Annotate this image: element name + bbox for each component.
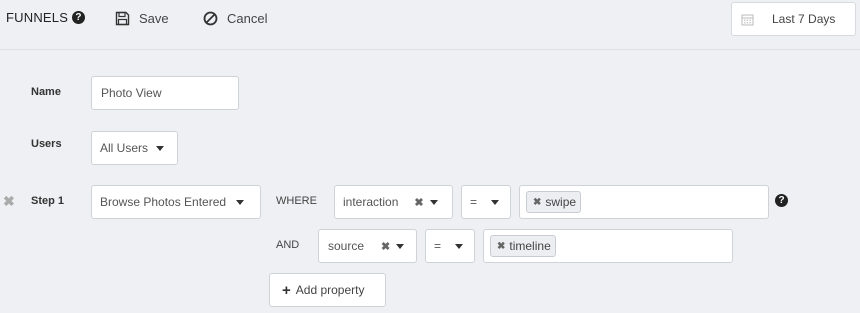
name-label: Name xyxy=(31,86,61,98)
chevron-down-icon xyxy=(156,145,165,151)
property-select-value: interaction xyxy=(343,195,399,209)
clear-icon[interactable]: ✖ xyxy=(381,240,390,253)
name-input-value: Photo View xyxy=(101,86,162,100)
name-input[interactable]: Photo View xyxy=(91,76,239,110)
value-input[interactable]: ✖ swipe xyxy=(519,185,769,219)
calendar-icon xyxy=(741,14,754,25)
help-icon[interactable]: ? xyxy=(775,194,788,207)
remove-tag-icon[interactable]: ✖ xyxy=(533,197,541,208)
help-icon[interactable]: ? xyxy=(72,11,86,24)
value-input[interactable]: ✖ timeline xyxy=(483,229,733,263)
property-select[interactable]: source ✖ xyxy=(318,229,417,263)
floppy-disk-icon xyxy=(115,11,130,26)
property-select-value: source xyxy=(328,239,365,253)
operator-select[interactable]: = xyxy=(461,185,511,219)
page-title: FUNNELS ? xyxy=(6,10,86,25)
value-tag-label: swipe xyxy=(545,195,577,209)
users-select[interactable]: All Users xyxy=(91,131,178,165)
operator-select-value: = xyxy=(434,239,442,253)
value-tag: ✖ timeline xyxy=(490,235,556,257)
save-label: Save xyxy=(139,11,169,26)
cancel-label: Cancel xyxy=(227,11,268,26)
event-select[interactable]: Browse Photos Entered xyxy=(91,185,261,219)
date-range-button[interactable]: Last 7 Days xyxy=(731,2,856,36)
value-tag: ✖ swipe xyxy=(526,191,582,213)
divider xyxy=(0,49,860,50)
save-button[interactable]: Save xyxy=(115,11,169,26)
users-label: Users xyxy=(31,138,62,150)
property-select[interactable]: interaction ✖ xyxy=(334,185,453,219)
value-tag-label: timeline xyxy=(509,239,551,253)
page-title-text: FUNNELS xyxy=(6,10,69,25)
operator-select[interactable]: = xyxy=(425,229,475,263)
clear-icon[interactable]: ✖ xyxy=(414,196,423,209)
chevron-down-icon xyxy=(429,199,438,205)
ban-icon xyxy=(203,11,218,26)
cancel-button[interactable]: Cancel xyxy=(203,11,267,26)
add-property-label: Add property xyxy=(295,283,365,297)
top-bar: FUNNELS ? Save Cancel Last 7 Days xyxy=(0,0,860,40)
remove-tag-icon[interactable]: ✖ xyxy=(497,241,505,252)
operator-select-value: = xyxy=(470,195,478,209)
step-label: Step 1 xyxy=(31,195,65,207)
add-property-button[interactable]: + Add property xyxy=(269,273,386,307)
and-keyword: AND xyxy=(276,239,300,251)
remove-step-icon[interactable]: ✖ xyxy=(3,193,15,210)
where-keyword: WHERE xyxy=(276,195,317,207)
chevron-down-icon xyxy=(236,199,245,205)
chevron-down-icon xyxy=(491,199,500,205)
chevron-down-icon xyxy=(455,243,464,249)
chevron-down-icon xyxy=(396,243,405,249)
users-select-value: All Users xyxy=(100,141,149,155)
plus-icon: + xyxy=(282,281,291,299)
date-range-label: Last 7 Days xyxy=(772,12,836,26)
event-select-value: Browse Photos Entered xyxy=(100,195,227,209)
